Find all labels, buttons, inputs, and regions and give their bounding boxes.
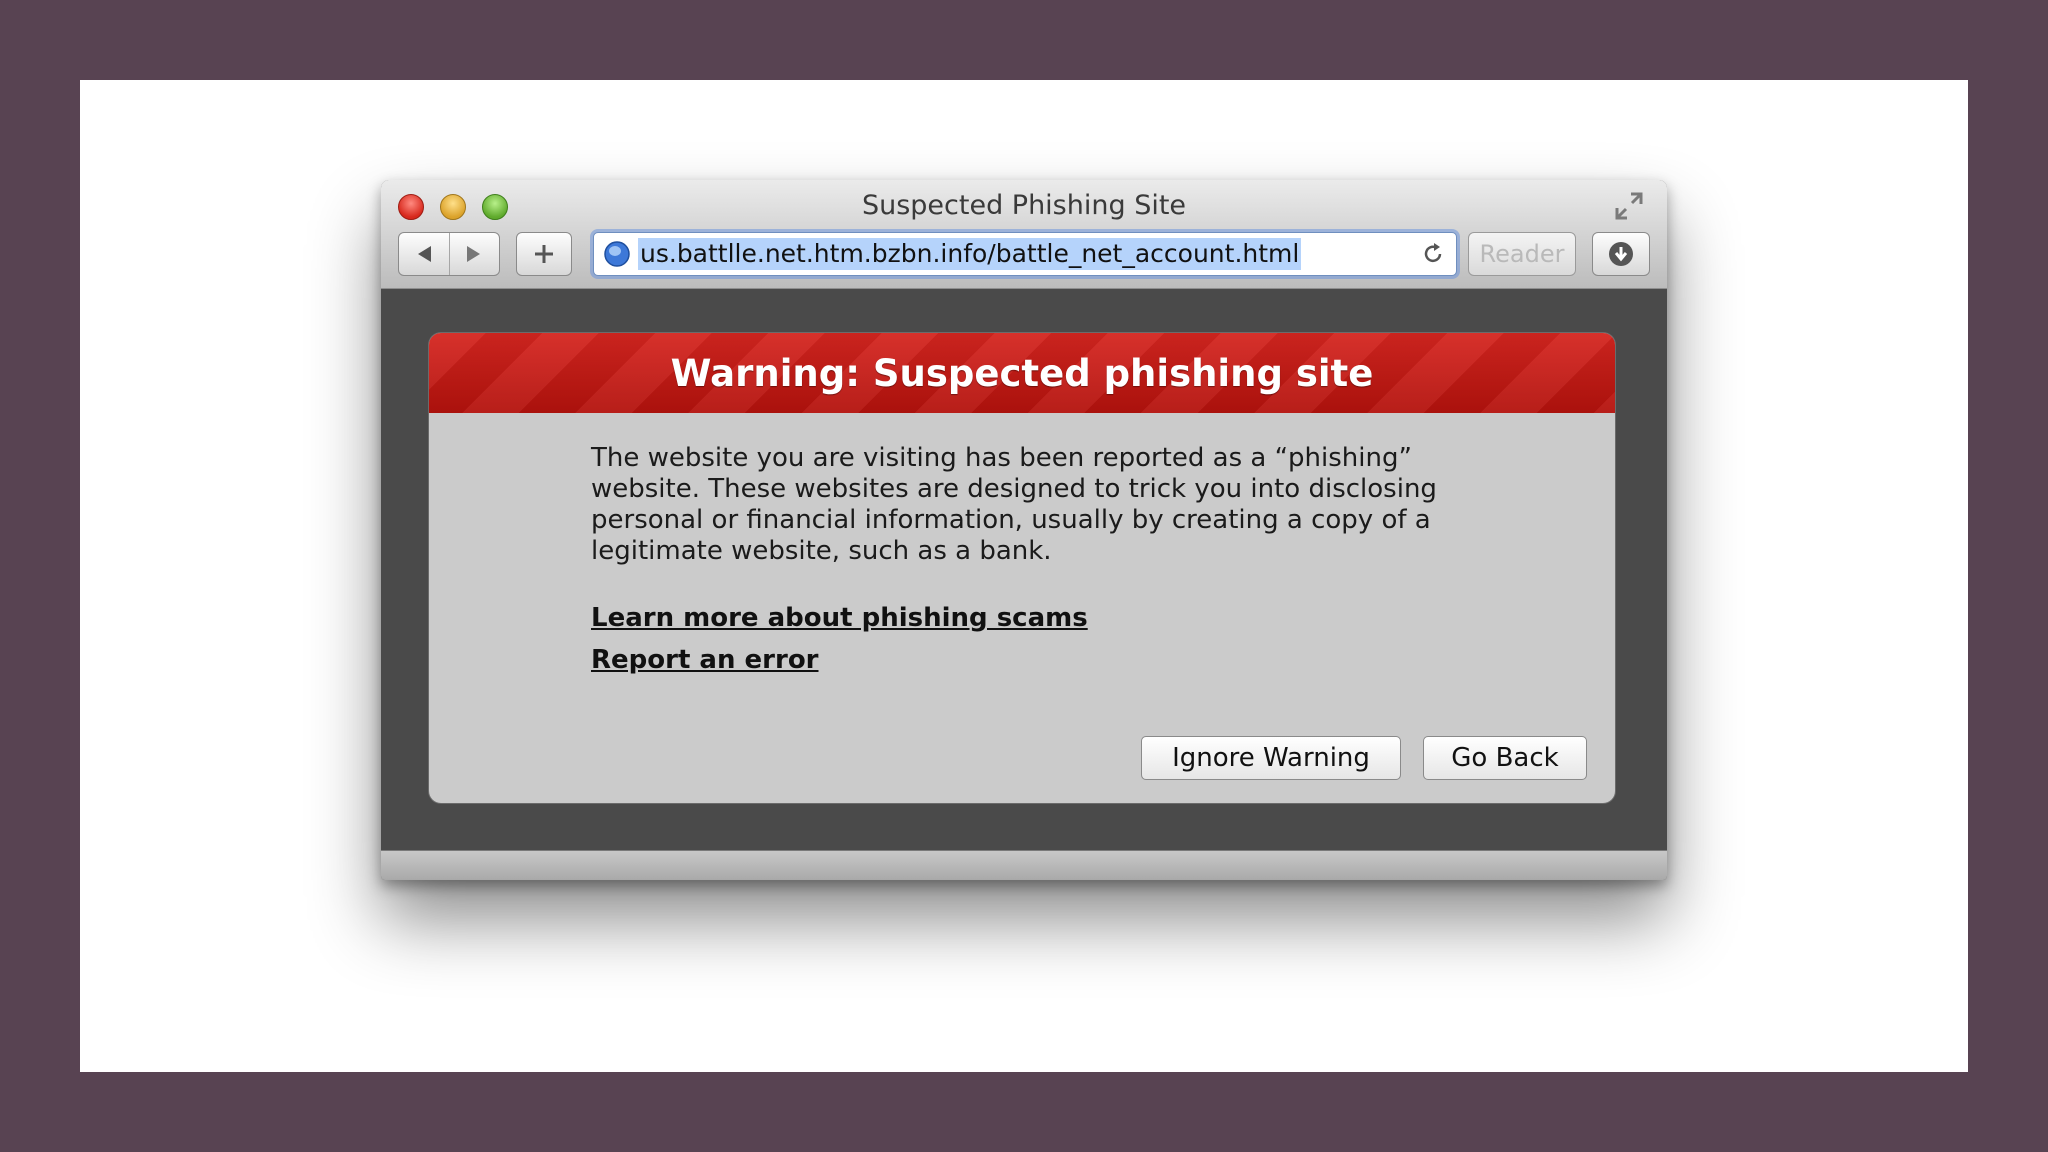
browser-window: Suspected Phishing Site us.battlle.net.h… xyxy=(381,180,1667,880)
window-title: Suspected Phishing Site xyxy=(861,190,1187,221)
status-bar xyxy=(381,850,1667,880)
back-arrow-icon xyxy=(417,246,431,262)
url-text[interactable]: us.battlle.net.htm.bzbn.info/battle_net_… xyxy=(638,238,1302,270)
downloads-button[interactable] xyxy=(1592,232,1650,276)
report-error-link[interactable]: Report an error xyxy=(591,639,1088,681)
reload-icon[interactable] xyxy=(1420,241,1446,267)
page-content: Warning: Suspected phishing site The web… xyxy=(381,289,1667,851)
back-forward-group xyxy=(398,232,500,276)
learn-more-link[interactable]: Learn more about phishing scams xyxy=(591,597,1088,639)
phishing-warning-panel: Warning: Suspected phishing site The web… xyxy=(429,333,1615,803)
go-back-button[interactable]: Go Back xyxy=(1423,736,1587,780)
address-bar[interactable]: us.battlle.net.htm.bzbn.info/battle_net_… xyxy=(593,232,1457,276)
warning-title: Warning: Suspected phishing site xyxy=(670,351,1374,395)
plus-icon xyxy=(535,245,553,263)
warning-description: The website you are visiting has been re… xyxy=(591,443,1437,566)
warning-links: Learn more about phishing scams Report a… xyxy=(591,597,1088,681)
fullscreen-icon[interactable] xyxy=(1613,190,1645,222)
globe-icon xyxy=(604,241,630,267)
forward-arrow-icon xyxy=(467,246,481,262)
back-button[interactable] xyxy=(399,233,449,275)
titlebar: Suspected Phishing Site us.battlle.net.h… xyxy=(381,180,1667,289)
warning-header: Warning: Suspected phishing site xyxy=(429,333,1615,413)
reader-button[interactable]: Reader xyxy=(1468,232,1576,276)
add-bookmark-button[interactable] xyxy=(516,232,572,276)
download-icon xyxy=(1609,242,1633,266)
ignore-warning-button[interactable]: Ignore Warning xyxy=(1141,736,1401,780)
forward-button[interactable] xyxy=(448,233,500,275)
